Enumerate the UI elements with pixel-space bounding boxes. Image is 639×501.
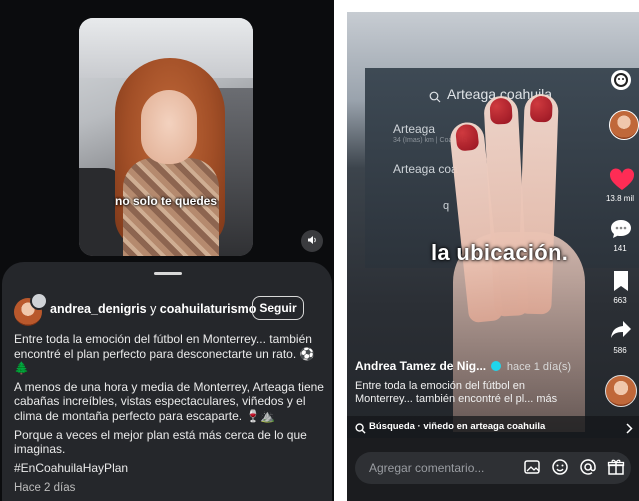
heart-icon[interactable] [609, 168, 635, 197]
post-time: hace 1 día(s) [506, 361, 572, 373]
follow-button[interactable]: Seguir [252, 296, 304, 320]
comment-count: 141 [613, 244, 627, 253]
image-icon[interactable] [523, 458, 541, 476]
gift-icon[interactable] [607, 458, 625, 476]
tiktok-logo-icon[interactable] [609, 68, 633, 97]
share-icon[interactable] [610, 320, 632, 345]
nail [454, 123, 480, 152]
search-icon [355, 421, 366, 439]
caption-paragraph: Porque a veces el mejor plan está más ce… [14, 427, 307, 457]
video-caption: no solo te quedes [114, 194, 217, 208]
search-icon [429, 90, 441, 108]
like-count: 13.8 mil [605, 194, 634, 203]
speaker-icon [307, 232, 318, 250]
bookmark-icon[interactable] [612, 270, 630, 297]
post-detail-sheet: andrea_denigris y coahuilaturismo Seguir… [2, 262, 332, 501]
reel-video[interactable]: no solo te quedes [79, 18, 253, 256]
nail [529, 95, 553, 123]
instagram-post-panel: no solo te quedes andrea_denigris y coah… [0, 0, 334, 501]
comment-input[interactable]: Agregar comentario... [355, 452, 631, 484]
person-face [141, 90, 197, 164]
sound-disc[interactable] [605, 375, 637, 407]
video-description[interactable]: Entre toda la emoción del fútbol en Mont… [355, 380, 585, 406]
mute-button[interactable] [301, 230, 323, 252]
collab-avatar[interactable] [30, 292, 48, 310]
creator-avatar[interactable] [609, 110, 639, 140]
chevron-right-icon [626, 421, 633, 439]
tiktok-video-panel[interactable]: Arteaga coahuila Arteaga 34 (Imas) km | … [347, 12, 639, 501]
video-overlay-text: la ubicación. [431, 240, 569, 265]
screen-key: q [443, 200, 450, 212]
comment-actions [523, 458, 625, 476]
save-count: 663 [613, 296, 627, 305]
share-count: 586 [613, 346, 627, 355]
creator-name[interactable]: Andrea Tamez de Nig... hace 1 día(s) [355, 359, 571, 373]
mention-icon[interactable] [579, 458, 597, 476]
hashtag-link[interactable]: #EnCoahuilaHayPlan [14, 461, 324, 476]
comment-bar: Agregar comentario... [347, 438, 639, 501]
comment-icon[interactable] [609, 218, 633, 245]
nail [489, 97, 513, 125]
collaborator-link[interactable]: coahuilaturismo [160, 302, 257, 316]
post-authors: andrea_denigris y coahuilaturismo [50, 302, 256, 316]
screen-suggestion: Arteaga coa [393, 162, 458, 176]
post-caption: Entre toda la emoción del fútbol en Mont… [14, 332, 324, 479]
author-conjunction: y [150, 302, 157, 316]
caption-paragraph: A menos de una hora y media de Monterrey… [14, 379, 324, 423]
verified-badge-icon [491, 361, 502, 371]
sheet-drag-handle[interactable] [154, 272, 182, 275]
related-search-bar[interactable]: Búsqueda · viñedo en arteaga coahuila [347, 416, 639, 438]
screen-suggestion: Arteaga [393, 122, 436, 136]
creator-name-text: Andrea Tamez de Nig... [355, 359, 487, 373]
emoji-icon[interactable] [551, 458, 569, 476]
comment-placeholder: Agregar comentario... [369, 461, 485, 475]
related-search-label: Búsqueda · viñedo en arteaga coahuila [369, 421, 546, 432]
caption-paragraph: Entre toda la emoción del fútbol en Mont… [14, 332, 315, 376]
post-timestamp: Hace 2 días [14, 482, 76, 494]
author-link[interactable]: andrea_denigris [50, 302, 147, 316]
